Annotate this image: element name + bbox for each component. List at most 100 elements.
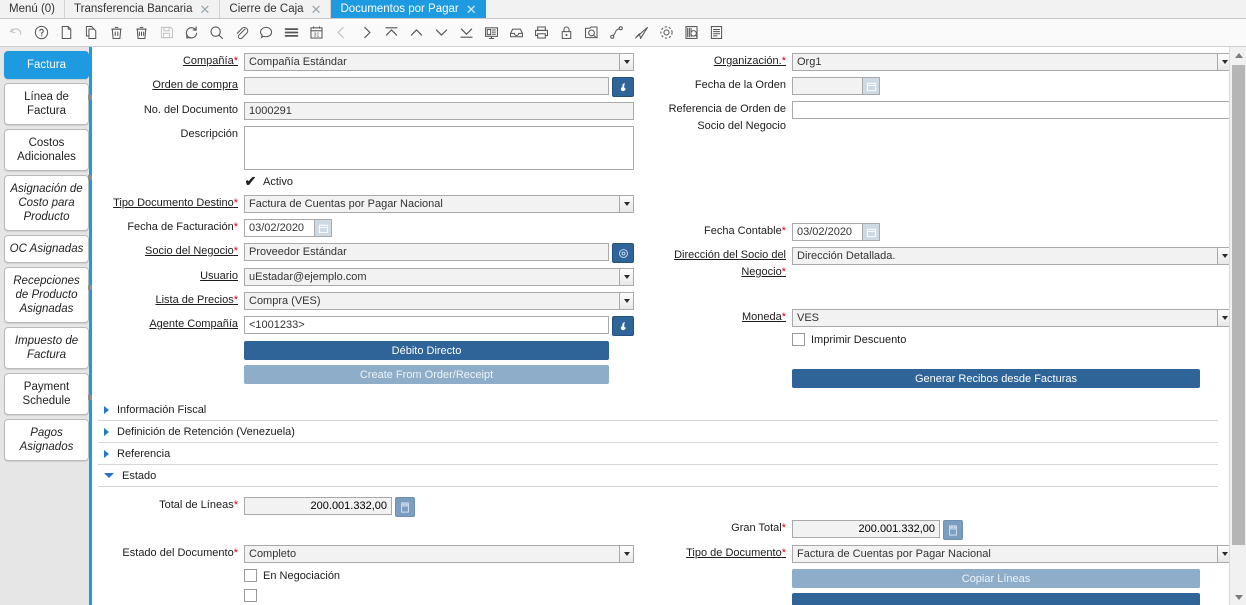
- zoom-across-icon[interactable]: [579, 20, 604, 46]
- tipo-documento-destino-input[interactable]: [244, 195, 619, 213]
- field-partially-cut-row[interactable]: [244, 589, 634, 602]
- direccion-del-socio-input[interactable]: [792, 247, 1217, 265]
- last-record-icon[interactable]: [454, 20, 479, 46]
- section-referencia[interactable]: Referencia: [98, 443, 1218, 465]
- checkbox-unchecked-icon[interactable]: [244, 569, 257, 582]
- print-icon[interactable]: [529, 20, 554, 46]
- close-icon[interactable]: ✕: [200, 3, 211, 16]
- sidebar-item-asignacion-de-costo-para-producto[interactable]: Asignación de Costo para Producto: [4, 175, 89, 231]
- sidebar-item-pagos-asignados[interactable]: Pagos Asignados: [4, 419, 89, 461]
- chat-icon[interactable]: [254, 20, 279, 46]
- fecha-de-la-orden-datefield[interactable]: [792, 77, 880, 95]
- workflow-icon[interactable]: [604, 20, 629, 46]
- sidebar-item-recepciones-de-producto-asignadas[interactable]: Recepciones de Producto Asignadas: [4, 267, 89, 323]
- down-record-icon[interactable]: [429, 20, 454, 46]
- window-tab-transferencia-bancaria[interactable]: Transferencia Bancaria ✕: [65, 0, 221, 18]
- delete-icon[interactable]: [104, 20, 129, 46]
- orden-de-compra-input[interactable]: [244, 77, 609, 95]
- lookup-socio-del-negocio-button[interactable]: [612, 243, 634, 263]
- sidebar-item-factura[interactable]: Factura: [4, 51, 89, 79]
- agente-compania-input[interactable]: [244, 316, 609, 334]
- field-activo[interactable]: ✔ Activo: [244, 173, 634, 189]
- section-definicion-de-retencion[interactable]: Definición de Retención (Venezuela): [98, 421, 1218, 443]
- next-icon[interactable]: [354, 20, 379, 46]
- save-icon[interactable]: [154, 20, 179, 46]
- window-tab-menu[interactable]: Menú (0): [0, 0, 66, 18]
- window-tab-cierre-de-caja[interactable]: Cierre de Caja ✕: [220, 0, 332, 18]
- window-tab-documentos-por-pagar[interactable]: Documentos por Pagar ✕: [331, 0, 486, 18]
- organizacion-combo[interactable]: [792, 53, 1232, 71]
- calculator-icon[interactable]: [943, 520, 963, 540]
- calendar-icon[interactable]: 31: [304, 20, 329, 46]
- estado-del-documento-input[interactable]: [244, 545, 619, 563]
- calendar-icon[interactable]: [314, 219, 332, 237]
- organizacion-input[interactable]: [792, 53, 1217, 71]
- cut-off-action-button[interactable]: [792, 593, 1200, 605]
- calendar-icon[interactable]: [862, 223, 880, 241]
- create-from-order-receipt-button[interactable]: Create From Order/Receipt: [244, 365, 609, 384]
- checkbox-unchecked-icon[interactable]: [792, 333, 805, 346]
- debito-directo-button[interactable]: Débito Directo: [244, 341, 609, 360]
- close-icon[interactable]: ✕: [466, 3, 477, 16]
- scrollbar-thumb[interactable]: [1232, 65, 1245, 545]
- sidebar-item-linea-de-factura[interactable]: Línea de Factura: [4, 83, 89, 125]
- copy-icon[interactable]: [79, 20, 104, 46]
- scroll-up-button[interactable]: [1230, 47, 1246, 63]
- tipo-de-documento-input[interactable]: [792, 545, 1217, 563]
- product-info-icon[interactable]: [679, 20, 704, 46]
- previous-icon[interactable]: [329, 20, 354, 46]
- first-record-icon[interactable]: [379, 20, 404, 46]
- help-icon[interactable]: [29, 20, 54, 46]
- field-imprimir-descuento[interactable]: Imprimir Descuento: [792, 333, 1232, 346]
- chevron-down-icon[interactable]: [619, 195, 634, 213]
- lista-de-precios-combo[interactable]: [244, 292, 634, 310]
- checkbox-unchecked-icon[interactable]: [244, 589, 257, 602]
- sidebar-item-oc-asignadas[interactable]: OC Asignadas: [4, 235, 89, 263]
- fecha-de-facturacion-input[interactable]: [244, 219, 314, 237]
- lock-icon[interactable]: [554, 20, 579, 46]
- fecha-contable-datefield[interactable]: [792, 223, 880, 241]
- lookup-orden-de-compra-button[interactable]: [612, 77, 634, 97]
- close-icon[interactable]: ✕: [311, 3, 322, 16]
- delete-all-icon[interactable]: [129, 20, 154, 46]
- vertical-scrollbar[interactable]: [1229, 47, 1246, 605]
- chevron-down-icon[interactable]: [619, 292, 634, 310]
- lookup-agente-compania-button[interactable]: [612, 316, 634, 336]
- send-icon[interactable]: [629, 20, 654, 46]
- lista-de-precios-input[interactable]: [244, 292, 619, 310]
- list-view-icon[interactable]: [704, 20, 729, 46]
- sidebar-item-impuesto-de-factura[interactable]: Impuesto de Factura: [4, 327, 89, 369]
- fecha-contable-input[interactable]: [792, 223, 862, 241]
- calendar-icon[interactable]: [862, 77, 880, 95]
- calculator-icon[interactable]: [395, 497, 415, 517]
- section-estado[interactable]: Estado: [98, 465, 1218, 487]
- direccion-del-socio-combo[interactable]: [792, 247, 1232, 265]
- no-del-documento-input[interactable]: [244, 102, 634, 120]
- section-informacion-fiscal[interactable]: Información Fiscal: [98, 399, 1218, 421]
- referencia-de-orden-input[interactable]: [792, 101, 1232, 119]
- gran-total-input[interactable]: [792, 520, 940, 538]
- total-de-lineas-input[interactable]: [244, 497, 392, 515]
- compania-input[interactable]: [244, 53, 619, 71]
- sidebar-item-costos-adicionales[interactable]: Costos Adicionales: [4, 129, 89, 171]
- scroll-down-button[interactable]: [1230, 589, 1246, 605]
- chevron-down-icon[interactable]: [619, 268, 634, 286]
- undo-icon[interactable]: [4, 20, 29, 46]
- refresh-icon[interactable]: [179, 20, 204, 46]
- copiar-lineas-button[interactable]: Copiar Líneas: [792, 569, 1200, 588]
- tipo-de-documento-combo[interactable]: [792, 545, 1232, 563]
- fecha-de-facturacion-datefield[interactable]: [244, 219, 332, 237]
- chevron-down-icon[interactable]: [619, 545, 634, 563]
- generar-recibos-desde-facturas-button[interactable]: Generar Recibos desde Facturas: [792, 369, 1200, 388]
- report-icon[interactable]: [479, 20, 504, 46]
- chevron-down-icon[interactable]: [619, 53, 634, 71]
- descripcion-textarea[interactable]: [244, 126, 634, 170]
- new-icon[interactable]: [54, 20, 79, 46]
- fecha-de-la-orden-input[interactable]: [792, 77, 862, 95]
- estado-del-documento-combo[interactable]: [244, 545, 634, 563]
- usuario-input[interactable]: [244, 268, 619, 286]
- compania-combo[interactable]: [244, 53, 634, 71]
- tipo-documento-destino-combo[interactable]: [244, 195, 634, 213]
- settings-icon[interactable]: [654, 20, 679, 46]
- archive-icon[interactable]: [504, 20, 529, 46]
